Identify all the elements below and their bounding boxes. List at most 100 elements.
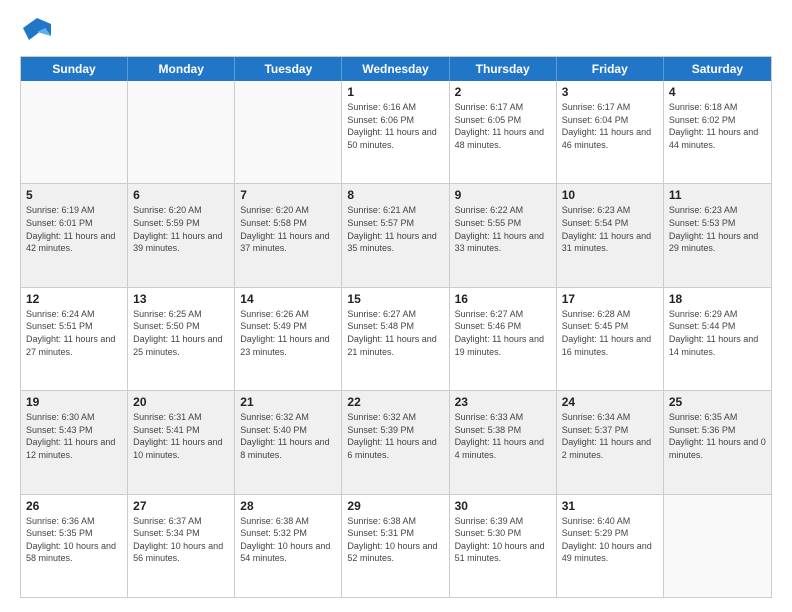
day-number: 12 bbox=[26, 292, 122, 306]
calendar-cell: 15 Sunrise: 6:27 AMSunset: 5:48 PMDayligh… bbox=[342, 288, 449, 390]
calendar-cell: 5 Sunrise: 6:19 AMSunset: 6:01 PMDaylight… bbox=[21, 184, 128, 286]
day-number: 10 bbox=[562, 188, 658, 202]
calendar-cell: 13Sunrise: 6:25 AMSunset: 5:50 PMDayligh… bbox=[128, 288, 235, 390]
col-thursday: Thursday bbox=[450, 57, 557, 81]
calendar-cell: 19 Sunrise: 6:30 AMSunset: 5:43 PMDayligh… bbox=[21, 391, 128, 493]
day-info: Sunrise: 6:17 AMSunset: 6:04 PMDaylight:… bbox=[562, 101, 658, 151]
calendar-cell: 8Sunrise: 6:21 AMSunset: 5:57 PMDaylight… bbox=[342, 184, 449, 286]
day-info: Sunrise: 6:31 AMSunset: 5:41 PMDaylight:… bbox=[133, 411, 229, 461]
day-info: Sunrise: 6:33 AMSunset: 5:38 PMDaylight:… bbox=[455, 411, 551, 461]
day-info: Sunrise: 6:20 AMSunset: 5:59 PMDaylight:… bbox=[133, 204, 229, 254]
day-number: 19 bbox=[26, 395, 122, 409]
day-info: Sunrise: 6:32 AMSunset: 5:39 PMDaylight:… bbox=[347, 411, 443, 461]
col-saturday: Saturday bbox=[664, 57, 771, 81]
calendar-cell: 20 Sunrise: 6:31 AMSunset: 5:41 PMDayligh… bbox=[128, 391, 235, 493]
col-monday: Monday bbox=[128, 57, 235, 81]
day-number: 8 bbox=[347, 188, 443, 202]
day-info: Sunrise: 6:32 AMSunset: 5:40 PMDaylight:… bbox=[240, 411, 336, 461]
calendar-cell: 11 Sunrise: 6:23 AMSunset: 5:53 PMDayligh… bbox=[664, 184, 771, 286]
day-number: 2 bbox=[455, 85, 551, 99]
logo bbox=[20, 18, 51, 46]
calendar-cell: 4 Sunrise: 6:18 AMSunset: 6:02 PMDaylight… bbox=[664, 81, 771, 183]
day-info: Sunrise: 6:26 AMSunset: 5:49 PMDaylight:… bbox=[240, 308, 336, 358]
day-info: Sunrise: 6:30 AMSunset: 5:43 PMDaylight:… bbox=[26, 411, 122, 461]
day-info: Sunrise: 6:18 AMSunset: 6:02 PMDaylight:… bbox=[669, 101, 766, 151]
col-wednesday: Wednesday bbox=[342, 57, 449, 81]
day-number: 5 bbox=[26, 188, 122, 202]
day-info: Sunrise: 6:27 AMSunset: 5:46 PMDaylight:… bbox=[455, 308, 551, 358]
calendar-cell bbox=[128, 81, 235, 183]
day-info: Sunrise: 6:23 AMSunset: 5:53 PMDaylight:… bbox=[669, 204, 766, 254]
day-number: 15 bbox=[347, 292, 443, 306]
calendar-cell: 24 Sunrise: 6:34 AMSunset: 5:37 PMDayligh… bbox=[557, 391, 664, 493]
calendar-cell: 28 Sunrise: 6:38 AMSunset: 5:32 PMDayligh… bbox=[235, 495, 342, 597]
day-info: Sunrise: 6:19 AMSunset: 6:01 PMDaylight:… bbox=[26, 204, 122, 254]
day-info: Sunrise: 6:34 AMSunset: 5:37 PMDaylight:… bbox=[562, 411, 658, 461]
calendar-header: Sunday Monday Tuesday Wednesday Thursday… bbox=[21, 57, 771, 81]
calendar-cell: 17Sunrise: 6:28 AMSunset: 5:45 PMDayligh… bbox=[557, 288, 664, 390]
day-info: Sunrise: 6:37 AMSunset: 5:34 PMDaylight:… bbox=[133, 515, 229, 565]
day-info: Sunrise: 6:40 AMSunset: 5:29 PMDaylight:… bbox=[562, 515, 658, 565]
calendar-cell bbox=[235, 81, 342, 183]
calendar-cell: 14 Sunrise: 6:26 AMSunset: 5:49 PMDayligh… bbox=[235, 288, 342, 390]
day-number: 28 bbox=[240, 499, 336, 513]
calendar-row-2: 5 Sunrise: 6:19 AMSunset: 6:01 PMDaylight… bbox=[21, 183, 771, 286]
calendar: Sunday Monday Tuesday Wednesday Thursday… bbox=[20, 56, 772, 598]
day-info: Sunrise: 6:27 AMSunset: 5:48 PMDaylight:… bbox=[347, 308, 443, 358]
day-number: 3 bbox=[562, 85, 658, 99]
day-info: Sunrise: 6:16 AMSunset: 6:06 PMDaylight:… bbox=[347, 101, 443, 151]
calendar-cell: 21 Sunrise: 6:32 AMSunset: 5:40 PMDayligh… bbox=[235, 391, 342, 493]
calendar-cell: 30 Sunrise: 6:39 AMSunset: 5:30 PMDayligh… bbox=[450, 495, 557, 597]
day-number: 18 bbox=[669, 292, 766, 306]
calendar-cell: 22 Sunrise: 6:32 AMSunset: 5:39 PMDayligh… bbox=[342, 391, 449, 493]
calendar-cell: 25 Sunrise: 6:35 AMSunset: 5:36 PMDayligh… bbox=[664, 391, 771, 493]
day-number: 16 bbox=[455, 292, 551, 306]
day-info: Sunrise: 6:36 AMSunset: 5:35 PMDaylight:… bbox=[26, 515, 122, 565]
day-number: 21 bbox=[240, 395, 336, 409]
day-info: Sunrise: 6:23 AMSunset: 5:54 PMDaylight:… bbox=[562, 204, 658, 254]
logo-icon bbox=[23, 18, 51, 46]
day-info: Sunrise: 6:22 AMSunset: 5:55 PMDaylight:… bbox=[455, 204, 551, 254]
day-number: 31 bbox=[562, 499, 658, 513]
calendar-cell: 10 Sunrise: 6:23 AMSunset: 5:54 PMDayligh… bbox=[557, 184, 664, 286]
day-number: 9 bbox=[455, 188, 551, 202]
day-number: 30 bbox=[455, 499, 551, 513]
day-number: 4 bbox=[669, 85, 766, 99]
calendar-row-1: 1 Sunrise: 6:16 AMSunset: 6:06 PMDaylight… bbox=[21, 81, 771, 183]
day-number: 14 bbox=[240, 292, 336, 306]
day-number: 27 bbox=[133, 499, 229, 513]
day-number: 24 bbox=[562, 395, 658, 409]
calendar-cell: 9 Sunrise: 6:22 AMSunset: 5:55 PMDaylight… bbox=[450, 184, 557, 286]
calendar-cell: 1 Sunrise: 6:16 AMSunset: 6:06 PMDaylight… bbox=[342, 81, 449, 183]
calendar-cell bbox=[664, 495, 771, 597]
calendar-cell: 18Sunrise: 6:29 AMSunset: 5:44 PMDayligh… bbox=[664, 288, 771, 390]
calendar-cell: 26Sunrise: 6:36 AMSunset: 5:35 PMDayligh… bbox=[21, 495, 128, 597]
col-friday: Friday bbox=[557, 57, 664, 81]
day-number: 22 bbox=[347, 395, 443, 409]
calendar-cell: 31 Sunrise: 6:40 AMSunset: 5:29 PMDayligh… bbox=[557, 495, 664, 597]
day-number: 7 bbox=[240, 188, 336, 202]
calendar-cell: 2 Sunrise: 6:17 AMSunset: 6:05 PMDaylight… bbox=[450, 81, 557, 183]
calendar-cell: 29Sunrise: 6:38 AMSunset: 5:31 PMDayligh… bbox=[342, 495, 449, 597]
calendar-cell: 12Sunrise: 6:24 AMSunset: 5:51 PMDayligh… bbox=[21, 288, 128, 390]
day-info: Sunrise: 6:17 AMSunset: 6:05 PMDaylight:… bbox=[455, 101, 551, 151]
day-number: 25 bbox=[669, 395, 766, 409]
header bbox=[20, 18, 772, 46]
calendar-cell: 6 Sunrise: 6:20 AMSunset: 5:59 PMDaylight… bbox=[128, 184, 235, 286]
col-sunday: Sunday bbox=[21, 57, 128, 81]
day-info: Sunrise: 6:39 AMSunset: 5:30 PMDaylight:… bbox=[455, 515, 551, 565]
day-info: Sunrise: 6:20 AMSunset: 5:58 PMDaylight:… bbox=[240, 204, 336, 254]
day-number: 20 bbox=[133, 395, 229, 409]
calendar-cell: 7 Sunrise: 6:20 AMSunset: 5:58 PMDaylight… bbox=[235, 184, 342, 286]
calendar-body: 1 Sunrise: 6:16 AMSunset: 6:06 PMDaylight… bbox=[21, 81, 771, 597]
day-number: 1 bbox=[347, 85, 443, 99]
day-number: 6 bbox=[133, 188, 229, 202]
calendar-cell: 3 Sunrise: 6:17 AMSunset: 6:04 PMDaylight… bbox=[557, 81, 664, 183]
day-number: 11 bbox=[669, 188, 766, 202]
day-info: Sunrise: 6:35 AMSunset: 5:36 PMDaylight:… bbox=[669, 411, 766, 461]
calendar-cell bbox=[21, 81, 128, 183]
calendar-cell: 23Sunrise: 6:33 AMSunset: 5:38 PMDayligh… bbox=[450, 391, 557, 493]
day-info: Sunrise: 6:38 AMSunset: 5:32 PMDaylight:… bbox=[240, 515, 336, 565]
day-number: 17 bbox=[562, 292, 658, 306]
day-info: Sunrise: 6:25 AMSunset: 5:50 PMDaylight:… bbox=[133, 308, 229, 358]
